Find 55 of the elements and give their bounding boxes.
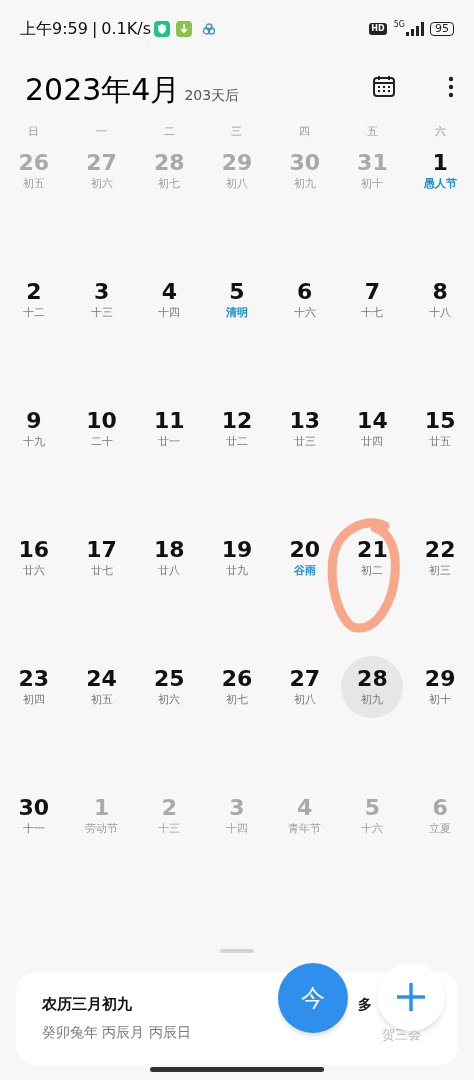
hd-badge: HD	[369, 23, 387, 35]
days-until: 203天后	[184, 86, 240, 105]
calendar-day[interactable]: 6 十六	[273, 269, 336, 331]
calendar-day[interactable]: 30 十一	[2, 785, 65, 847]
weekday-label: 六	[434, 123, 446, 140]
calendar-day[interactable]: 19 廿九	[206, 527, 268, 589]
download-icon	[176, 21, 192, 37]
calendar-day[interactable]: 1 愚人节	[409, 140, 472, 202]
calendar-day[interactable]: 26 初七	[206, 656, 268, 718]
calendar-day[interactable]: 2 十二	[2, 269, 65, 331]
calendar-day[interactable]: 11 廿一	[138, 398, 201, 460]
status-time: 上午9:59	[20, 18, 88, 40]
sheet-handle[interactable]	[220, 949, 254, 953]
calendar-day[interactable]: 10 二十	[70, 398, 133, 460]
calendar-day[interactable]: 3 十三	[70, 269, 133, 331]
weekday-label: 一	[96, 123, 108, 140]
plus-icon	[397, 983, 425, 1011]
weekday-label: 五	[366, 123, 378, 140]
calendar-day[interactable]: 18 廿八	[138, 527, 201, 589]
weekday-label: 二	[163, 123, 175, 140]
month-title: 2023年4月	[25, 72, 181, 108]
status-divider: |	[91, 18, 98, 40]
signal-icon	[406, 22, 424, 36]
weekday-label: 四	[299, 123, 311, 140]
calendar-day[interactable]: 23 初四	[2, 656, 65, 718]
network-type: 5G	[393, 19, 405, 31]
calendar-day[interactable]: 20 谷雨	[273, 527, 336, 589]
calendar-day[interactable]: 9 十九	[2, 398, 65, 460]
lunar-date: 农历三月初九	[42, 994, 132, 1015]
cloud-icon	[202, 22, 216, 36]
calendar-day[interactable]: 15 廿五	[409, 398, 472, 460]
almanac-text: 多	[358, 995, 372, 1014]
calendar-day[interactable]: 16 廿六	[2, 527, 65, 589]
calendar-day[interactable]: 12 廿二	[206, 398, 268, 460]
calendar-day[interactable]: 7 十七	[341, 269, 404, 331]
calendar-day[interactable]: 8 十八	[409, 269, 472, 331]
calendar-day[interactable]: 24 初五	[70, 656, 133, 718]
calendar-day[interactable]: 13 廿三	[273, 398, 336, 460]
calendar-day[interactable]: 22 初三	[409, 527, 472, 589]
calendar-day[interactable]: 4 十四	[138, 269, 201, 331]
calendar-day[interactable]: 5 清明	[206, 269, 268, 331]
battery-level: 95	[430, 22, 454, 36]
weekday-label: 日	[28, 123, 40, 140]
calendar-icon[interactable]	[372, 74, 396, 98]
calendar-day[interactable]: 25 初六	[138, 656, 201, 718]
ganzhi-date: 癸卯兔年 丙辰月 丙辰日	[42, 1023, 191, 1042]
calendar-day[interactable]: 29 初十	[409, 656, 472, 718]
calendar-day[interactable]: 14 廿四	[341, 398, 404, 460]
calendar-day[interactable]: 27 初八	[273, 656, 336, 718]
calendar-day[interactable]: 17 廿七	[70, 527, 133, 589]
shield-icon	[154, 21, 170, 37]
calendar-day[interactable]: 21 初二	[341, 527, 404, 589]
more-options-icon[interactable]	[448, 76, 454, 98]
calendar-day[interactable]: 28 初九	[341, 656, 404, 718]
network-speed: 0.1K/s	[101, 18, 151, 40]
